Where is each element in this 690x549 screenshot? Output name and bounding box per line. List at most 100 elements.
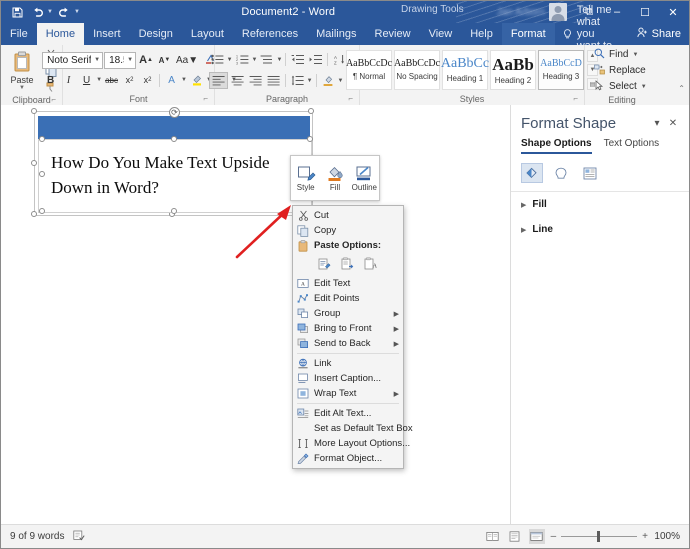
zoom-in-button[interactable]: + bbox=[642, 531, 648, 542]
context-menu-item-group[interactable]: Group ▶ bbox=[293, 306, 403, 321]
font-size-combobox[interactable]: 18.5▼ bbox=[104, 52, 136, 69]
find-button[interactable]: Find ▼ bbox=[591, 47, 641, 62]
print-layout-button[interactable] bbox=[507, 529, 523, 544]
select-button[interactable]: Select ▼ bbox=[591, 79, 650, 94]
style-heading-3[interactable]: AaBbCcD Heading 3 bbox=[538, 50, 584, 90]
merge-formatting-icon[interactable] bbox=[337, 255, 356, 273]
context-menu-item-cut[interactable]: Cut bbox=[293, 208, 403, 223]
resize-handle-outer-bl[interactable] bbox=[31, 211, 37, 217]
context-menu-item-more-layout-options[interactable]: More Layout Options... bbox=[293, 436, 403, 451]
zoom-slider-thumb[interactable] bbox=[597, 531, 600, 542]
resize-handle-inner-tl[interactable] bbox=[39, 136, 45, 142]
underline-button[interactable]: U bbox=[78, 72, 95, 89]
tell-me-search[interactable]: Tell me what you want to do bbox=[555, 23, 629, 45]
tab-references[interactable]: References bbox=[233, 23, 307, 45]
multilevel-list-button[interactable] bbox=[258, 51, 275, 68]
read-mode-button[interactable] bbox=[485, 529, 501, 544]
bold-button[interactable]: B bbox=[42, 72, 59, 89]
document-page[interactable]: How Do You Make Text Upside Down in Word… bbox=[19, 105, 511, 524]
resize-handle-inner-bl[interactable] bbox=[39, 208, 45, 214]
numbering-button[interactable]: 123 bbox=[234, 51, 251, 68]
word-count-label[interactable]: 9 of 9 words bbox=[10, 531, 64, 542]
resize-handle-inner-bm[interactable] bbox=[171, 208, 177, 214]
context-menu-item-set-as-default-text-box[interactable]: Set as Default Text Box bbox=[293, 421, 403, 436]
pane-options-button[interactable]: ▾ bbox=[649, 116, 665, 132]
text-box-content[interactable]: How Do You Make Text Upside Down in Word… bbox=[51, 150, 301, 200]
styles-dialog-launcher[interactable]: ⌐ bbox=[573, 93, 578, 105]
tab-help[interactable]: Help bbox=[461, 23, 502, 45]
text-effects-button[interactable]: A bbox=[163, 72, 180, 89]
share-button[interactable]: Share bbox=[629, 23, 689, 45]
style-no-spacing[interactable]: AaBbCcDc No Spacing bbox=[394, 50, 440, 90]
paste-button[interactable]: Paste ▼ bbox=[4, 51, 40, 91]
select-dropdown-icon[interactable]: ▼ bbox=[641, 84, 647, 90]
increase-indent-button[interactable] bbox=[307, 51, 324, 68]
tab-mailings[interactable]: Mailings bbox=[307, 23, 365, 45]
collapse-ribbon-button[interactable]: ⌃ bbox=[678, 84, 685, 93]
close-pane-button[interactable]: ✕ bbox=[665, 116, 681, 132]
context-menu-item-link[interactable]: Link bbox=[293, 356, 403, 371]
context-menu-item-copy[interactable]: Copy bbox=[293, 223, 403, 238]
resize-handle-inner-ml[interactable] bbox=[39, 171, 45, 177]
strikethrough-button[interactable]: abc bbox=[103, 72, 120, 89]
close-button[interactable]: ✕ bbox=[659, 1, 687, 23]
superscript-button[interactable]: x2 bbox=[139, 72, 156, 89]
proofing-errors-icon[interactable] bbox=[73, 530, 85, 544]
zoom-slider-track[interactable] bbox=[561, 536, 637, 537]
shrink-font-button[interactable]: A▼ bbox=[156, 52, 173, 69]
redo-icon[interactable] bbox=[56, 4, 73, 21]
shape-style-button[interactable]: Style bbox=[291, 156, 320, 200]
underline-dropdown-icon[interactable]: ▼ bbox=[96, 77, 102, 83]
paragraph-dialog-launcher[interactable]: ⌐ bbox=[348, 93, 353, 105]
paste-dropdown-icon[interactable]: ▼ bbox=[19, 85, 25, 91]
web-layout-button[interactable] bbox=[529, 529, 545, 544]
resize-handle-outer-tl[interactable] bbox=[31, 108, 37, 114]
font-dialog-launcher[interactable]: ⌐ bbox=[203, 93, 208, 105]
subscript-button[interactable]: x2 bbox=[121, 72, 138, 89]
text-effects-dropdown-icon[interactable]: ▼ bbox=[181, 77, 187, 83]
tab-file[interactable]: File bbox=[1, 23, 37, 45]
text-highlight-button[interactable] bbox=[188, 72, 205, 89]
keep-source-formatting-icon[interactable] bbox=[314, 255, 333, 273]
grow-font-button[interactable]: A▲ bbox=[137, 52, 155, 69]
resize-handle-outer-tr[interactable] bbox=[308, 108, 314, 114]
zoom-slider[interactable]: – + bbox=[551, 531, 648, 542]
decrease-indent-button[interactable] bbox=[289, 51, 306, 68]
document-canvas[interactable]: How Do You Make Text Upside Down in Word… bbox=[1, 105, 511, 524]
shape-outline-button[interactable]: Outline bbox=[350, 156, 379, 200]
context-menu-item-edit-alt-text[interactable]: Edit Alt Text... bbox=[293, 406, 403, 421]
align-center-button[interactable] bbox=[229, 72, 246, 89]
context-menu-item-edit-text[interactable]: A Edit Text bbox=[293, 276, 403, 291]
tab-format[interactable]: Format bbox=[502, 23, 555, 45]
size-and-properties-icon[interactable] bbox=[579, 163, 601, 183]
italic-button[interactable]: I bbox=[60, 72, 77, 89]
tab-text-options[interactable]: Text Options bbox=[604, 138, 660, 154]
style-normal[interactable]: AaBbCcDc ¶ Normal bbox=[346, 50, 392, 90]
effects-icon[interactable] bbox=[550, 163, 572, 183]
align-right-button[interactable] bbox=[247, 72, 264, 89]
context-menu-item-format-object[interactable]: Format Object... bbox=[293, 451, 403, 466]
shape-fill-button[interactable]: Fill bbox=[320, 156, 349, 200]
context-menu-item-send-to-back[interactable]: Send to Back ▶ bbox=[293, 336, 403, 351]
undo-icon[interactable] bbox=[29, 4, 46, 21]
zoom-out-button[interactable]: – bbox=[551, 531, 557, 542]
tab-review[interactable]: Review bbox=[366, 23, 420, 45]
resize-handle-inner-tr[interactable] bbox=[307, 136, 313, 142]
zoom-level-label[interactable]: 100% bbox=[654, 531, 680, 542]
style-heading-1[interactable]: AaBbCc Heading 1 bbox=[442, 50, 488, 90]
context-menu-item-edit-points[interactable]: Edit Points bbox=[293, 291, 403, 306]
maximize-button[interactable]: ☐ bbox=[631, 1, 659, 23]
pane-section-line[interactable]: ▶ Line bbox=[511, 217, 689, 242]
keep-text-only-icon[interactable]: A bbox=[360, 255, 379, 273]
rotate-handle[interactable]: ⟳ bbox=[169, 107, 180, 118]
bullets-button[interactable] bbox=[209, 51, 226, 68]
tab-insert[interactable]: Insert bbox=[84, 23, 130, 45]
shading-button[interactable] bbox=[320, 72, 337, 89]
avatar[interactable] bbox=[549, 3, 567, 21]
line-spacing-button[interactable] bbox=[289, 72, 306, 89]
replace-button[interactable]: Replace bbox=[591, 63, 649, 78]
text-box-shape[interactable]: How Do You Make Text Upside Down in Word… bbox=[38, 139, 312, 213]
tab-shape-options[interactable]: Shape Options bbox=[521, 138, 592, 154]
resize-handle-inner-tm[interactable] bbox=[171, 136, 177, 142]
save-icon[interactable] bbox=[9, 4, 26, 21]
